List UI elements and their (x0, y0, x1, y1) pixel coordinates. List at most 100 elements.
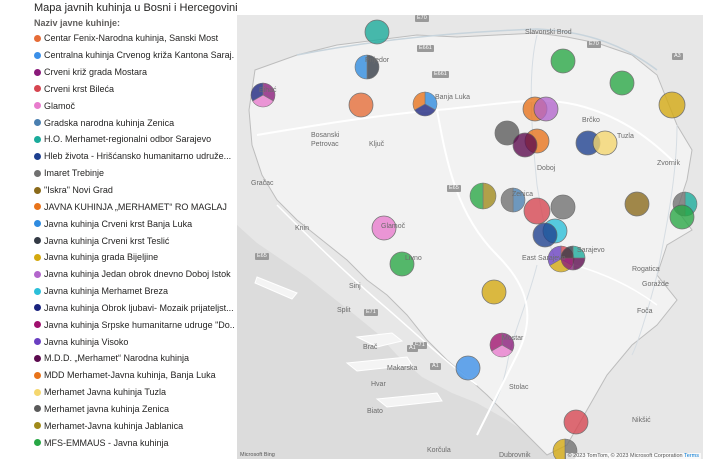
road-shield: E661 (417, 45, 434, 52)
map-bubble[interactable] (658, 91, 686, 119)
map-bubble[interactable] (412, 91, 438, 117)
legend-swatch (34, 253, 41, 261)
legend-item[interactable]: Javna kuhinja Obrok ljubavi- Mozaik prij… (34, 300, 234, 317)
map-place-label: Mostar (502, 335, 524, 342)
legend-swatch (34, 85, 41, 93)
legend-item[interactable]: JAVNA KUHINJA „MERHAMET“ RO MAGLAJ (34, 198, 234, 215)
terms-link[interactable]: Terms (684, 453, 699, 459)
road-shield: E71 (364, 309, 378, 316)
map-attribution: © 2023 TomTom, © 2023 Microsoft Corporat… (565, 453, 701, 459)
map-place-label: Bihać (259, 87, 277, 94)
map-place-label: Bosanski (311, 132, 340, 139)
map-place-label: East Sarajevo (522, 255, 566, 262)
legend-item[interactable]: Hleb života - Hrišćansko humanitarno udr… (34, 148, 234, 165)
map-place-label: Zenica (512, 191, 534, 198)
map-place-label: Dubrovnik (499, 452, 531, 459)
legend-swatch (34, 388, 41, 396)
map-canvas (237, 19, 698, 459)
legend-swatch (34, 51, 41, 59)
legend-item-label: Crveni križ grada Mostara (44, 67, 148, 78)
map-bubble[interactable] (609, 70, 635, 96)
legend-item-label: Centralna kuhinja Crvenog križa Kantona … (44, 50, 234, 61)
map-bubble[interactable] (512, 132, 538, 158)
map-bubble[interactable] (348, 92, 374, 118)
map-bubble[interactable] (532, 222, 558, 248)
legend-item-label: Javna kuhinja Srpske humanitarne udruge … (44, 319, 234, 330)
map-bubble[interactable] (669, 204, 695, 230)
map-place-label: Foča (637, 308, 653, 315)
map-bubble[interactable] (469, 182, 497, 210)
map-visual[interactable]: Slavonski Brod Banja Luka Bosanski Petrovac… (237, 15, 703, 459)
map-place-label: Rogatica (632, 266, 660, 273)
legend-item-label: Javna kuhinja grada Bijeljine (44, 252, 159, 263)
legend-item[interactable]: "Iskra" Novi Grad (34, 182, 234, 199)
map-place-label: Livno (405, 255, 422, 262)
map-place-label: Split (337, 307, 351, 314)
map-bubble[interactable] (533, 96, 559, 122)
legend-item[interactable]: Javna kuhinja Jedan obrok dnevno Doboj I… (34, 266, 234, 283)
legend-item[interactable]: Javna kuhinja grada Bijeljine (34, 249, 234, 266)
legend-item[interactable]: Javna kuhinja Merhamet Breza (34, 283, 234, 300)
map-bubble[interactable] (481, 279, 507, 305)
legend-swatch (34, 371, 41, 379)
map-bubble[interactable] (523, 197, 551, 225)
legend-item-label: H.O. Merhamet-regionalni odbor Sarajevo (44, 134, 212, 145)
legend-swatch (34, 439, 41, 447)
legend-item[interactable]: MFS-EMMAUS - Javna kuhinja (34, 434, 234, 451)
map-place-label: Banja Luka (435, 94, 471, 101)
map-place-label: Tuzla (617, 133, 634, 140)
legend-swatch (34, 270, 41, 278)
map-place-label: Makarska (387, 365, 418, 372)
legend-item-label: "Iskra" Novi Grad (44, 185, 113, 196)
map-place-label: Brčko (582, 117, 600, 124)
map-place-label: Petrovac (311, 141, 339, 148)
map-place-label: Slavonski Brod (525, 29, 572, 36)
map-bubble[interactable] (624, 191, 650, 217)
legend-item[interactable]: Javna kuhinja Srpske humanitarne udruge … (34, 316, 234, 333)
map-place-label: Ključ (369, 141, 385, 148)
legend-swatch (34, 405, 41, 413)
map-bubble[interactable] (550, 48, 576, 74)
map-bubble[interactable] (455, 355, 481, 381)
legend-item[interactable]: Crveni križ grada Mostara (34, 64, 234, 81)
page-title: Mapa javnih kuhinja u Bosni i Hercegovin… (34, 2, 238, 14)
legend-swatch (34, 321, 41, 329)
legend-item-label: M.D.D. „Merhamet“ Narodna kuhinja (44, 353, 190, 364)
legend-item[interactable]: Merhamet javna kuhinja Zenica (34, 401, 234, 418)
legend-item[interactable]: Centar Fenix-Narodna kuhinja, Sanski Mos… (34, 30, 234, 47)
legend-item[interactable]: Merhamet-Javna kuhinja Jablanica (34, 417, 234, 434)
legend-item[interactable]: Crveni krst Bileća (34, 81, 234, 98)
map-bubble[interactable] (592, 130, 618, 156)
map-place-label: Sinj (349, 283, 361, 290)
map-place-label: Goražde (642, 281, 669, 288)
map-bubble[interactable] (550, 194, 576, 220)
legend-item[interactable]: M.D.D. „Merhamet“ Narodna kuhinja (34, 350, 234, 367)
legend-item-label: Javna kuhinja Obrok ljubavi- Mozaik prij… (44, 302, 234, 313)
legend-item[interactable]: Centralna kuhinja Crvenog križa Kantona … (34, 47, 234, 64)
legend-item[interactable]: Javna kuhinja Visoko (34, 333, 234, 350)
legend-item-label: Javna kuhinja Merhamet Breza (44, 286, 169, 297)
legend: Naziv javne kuhinje: Centar Fenix-Narodn… (34, 17, 234, 451)
legend-item[interactable]: MDD Merhamet-Javna kuhinja, Banja Luka (34, 367, 234, 384)
legend-items: Centar Fenix-Narodna kuhinja, Sanski Mos… (34, 30, 234, 451)
legend-item[interactable]: Javna kuhinja Crveni krst Banja Luka (34, 215, 234, 232)
road-shield: E65 (447, 185, 461, 192)
legend-swatch (34, 102, 41, 110)
legend-item[interactable]: Gradska narodna kuhinja Zenica (34, 114, 234, 131)
map-bubble[interactable] (563, 409, 589, 435)
legend-item[interactable]: Glamoč (34, 97, 234, 114)
legend-swatch (34, 152, 41, 160)
map-place-label: Prijedor (365, 57, 390, 64)
legend-item-label: Merhamet-Javna kuhinja Jablanica (44, 420, 184, 431)
legend-swatch (34, 304, 41, 312)
legend-swatch (34, 354, 41, 362)
legend-item-label: Gradska narodna kuhinja Zenica (44, 117, 175, 128)
legend-item[interactable]: Javna kuhinja Crveni krst Teslić (34, 232, 234, 249)
map-bubble[interactable] (364, 19, 390, 45)
map-place-label: Doboj (537, 165, 556, 172)
legend-item[interactable]: H.O. Merhamet-regionalni odbor Sarajevo (34, 131, 234, 148)
legend-item[interactable]: Imaret Trebinje (34, 165, 234, 182)
bing-logo: Microsoft Bing (240, 452, 275, 458)
legend-item[interactable]: Merhamet Javna kuhinja Tuzla (34, 384, 234, 401)
road-shield: E70 (587, 41, 601, 48)
